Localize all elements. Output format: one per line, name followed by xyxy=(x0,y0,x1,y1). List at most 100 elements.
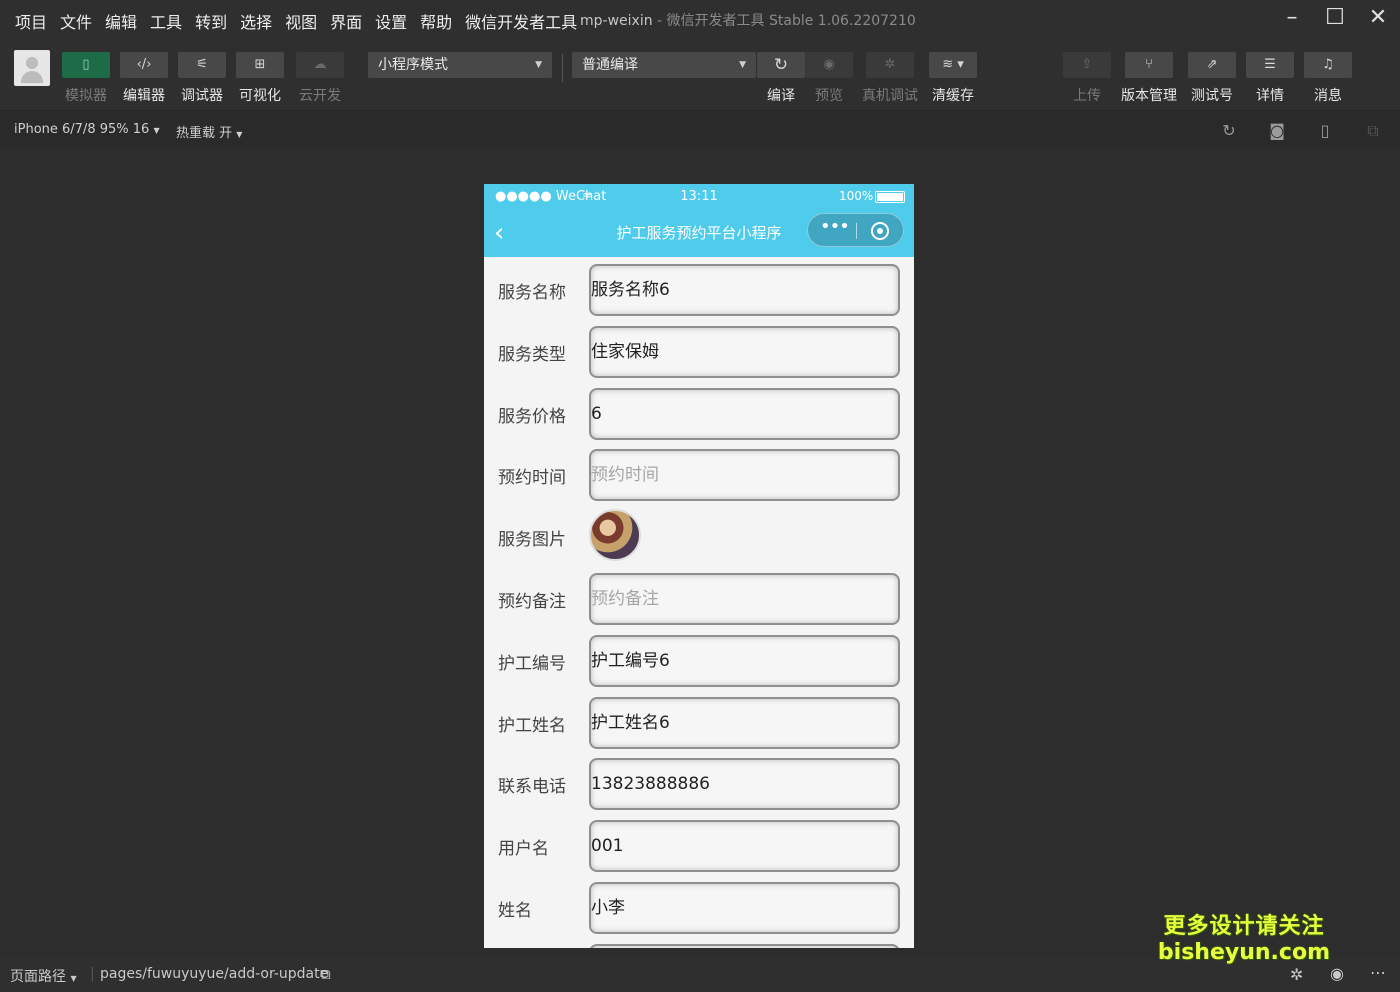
bug-icon[interactable]: ✲ xyxy=(1290,965,1303,984)
menu-item[interactable]: 设置 xyxy=(375,9,407,33)
stop-icon[interactable]: ◙ xyxy=(1268,122,1286,140)
compile-button[interactable]: ↻ xyxy=(757,52,805,78)
code-icon: ‹/› xyxy=(136,57,152,72)
service-image-thumbnail[interactable] xyxy=(589,509,641,562)
main-toolbar: ▯ 模拟器 ‹/› 编辑器 ⚟ 调试器 ⊞ 可视化 ☁ 云开发 小程序模式 ▼ … xyxy=(0,38,1400,110)
eye-icon[interactable]: ◉ xyxy=(1330,964,1344,983)
form-label: 服务图片 xyxy=(498,530,566,551)
version-button[interactable]: ⑂ xyxy=(1125,52,1173,78)
form-input[interactable]: 服务名称6 xyxy=(589,264,900,316)
maximize-icon[interactable]: ☐ xyxy=(1323,6,1347,30)
version-label: 版本管理 xyxy=(1121,88,1177,104)
minimize-icon[interactable]: – xyxy=(1280,6,1304,30)
test-account-label: 测试号 xyxy=(1191,88,1233,104)
form-input[interactable]: 13823888886 xyxy=(589,758,900,811)
app-name: mp-weixin xyxy=(580,13,653,29)
debugger-label: 调试器 xyxy=(181,88,223,104)
hot-reload-label: 热重载 开 xyxy=(176,126,233,141)
menu-item[interactable]: 编辑 xyxy=(105,9,137,33)
window-icon[interactable]: ⧉ xyxy=(1364,122,1382,140)
mode-select-value: 小程序模式 xyxy=(378,57,448,73)
more-icon[interactable]: ••• xyxy=(820,216,850,237)
menu-item[interactable]: 微信开发者工具 xyxy=(465,9,577,33)
close-icon[interactable]: ✕ xyxy=(1366,6,1390,30)
menu-item[interactable]: 工具 xyxy=(150,9,182,33)
messages-label: 消息 xyxy=(1314,88,1342,104)
copy-icon[interactable]: ⧉ xyxy=(320,965,331,983)
device-label: iPhone 6/7/8 95% 16 xyxy=(14,122,150,137)
menu-icon: ☰ xyxy=(1264,57,1276,72)
visual-label: 可视化 xyxy=(239,88,281,104)
test-account-button[interactable]: ⇗ xyxy=(1188,52,1236,78)
details-label: 详情 xyxy=(1256,88,1284,104)
form-row: 预约备注 预约备注 xyxy=(484,570,914,632)
form-input[interactable]: 预约时间 xyxy=(589,449,900,502)
page-path-label: 页面路径 xyxy=(10,969,66,985)
layers-icon: ≋ ▾ xyxy=(942,57,964,72)
form-input[interactable]: 护工编号6 xyxy=(589,634,900,687)
title-separator: - xyxy=(657,13,663,29)
form-row: 用户名 001 xyxy=(484,817,914,879)
page-path-toggle[interactable]: 页面路径 ▼ xyxy=(10,966,77,986)
form-label: 预约时间 xyxy=(498,468,566,489)
close-miniprogram-icon[interactable] xyxy=(871,222,889,240)
mode-select[interactable]: 小程序模式 ▼ xyxy=(368,52,552,78)
app-subtitle: 微信开发者工具 Stable 1.06.2207210 xyxy=(666,13,916,29)
avatar[interactable] xyxy=(14,50,50,86)
upload-label: 上传 xyxy=(1073,88,1101,104)
form-row: 服务价格 6 xyxy=(484,385,914,447)
clear-cache-label: 清缓存 xyxy=(932,88,974,104)
phone-simulator: ●●●●● WeChat ≈ 13:11 100% ‹ 护工服务预约平台小程序 … xyxy=(484,184,914,948)
compile-select[interactable]: 普通编译 ▼ xyxy=(572,52,756,78)
menu-item[interactable]: 项目 xyxy=(15,9,47,33)
clear-cache-button[interactable]: ≋ ▾ xyxy=(929,52,977,78)
form-input[interactable]: 住家保姆 xyxy=(589,325,900,378)
form-row: 服务类型 住家保姆 xyxy=(484,323,914,385)
device-icon[interactable]: ▯ xyxy=(1316,122,1334,140)
form-input[interactable] xyxy=(589,943,900,948)
form-label: 预约备注 xyxy=(498,592,566,612)
form-row: 联系电话 13823888886 xyxy=(484,755,914,817)
watermark-line2: bisheyun.com xyxy=(1157,940,1330,965)
page-path: pages/fuwuyuyue/add-or-update xyxy=(100,966,329,982)
menu-item[interactable]: 选择 xyxy=(240,9,272,33)
form-input[interactable]: 6 xyxy=(589,387,900,440)
form-row: 护工姓名 护工姓名6 xyxy=(484,694,914,756)
menu-item[interactable]: 视图 xyxy=(285,9,317,33)
details-button[interactable]: ☰ xyxy=(1246,52,1294,78)
form-input[interactable]: 预约备注 xyxy=(589,573,900,625)
form-row xyxy=(484,941,914,948)
form-label: 服务价格 xyxy=(498,406,566,427)
form-row: 姓名 小李 xyxy=(484,879,914,941)
cloud-icon: ☁ xyxy=(313,57,327,72)
more-icon[interactable]: ⋯ xyxy=(1370,963,1386,982)
visual-button[interactable]: ⊞ xyxy=(236,52,284,78)
form-input[interactable]: 小李 xyxy=(589,882,900,934)
preview-label: 预览 xyxy=(815,88,843,104)
menu-item[interactable]: 转到 xyxy=(195,9,227,33)
upload-button[interactable]: ⇪ xyxy=(1063,52,1111,78)
capsule-menu[interactable]: ••• xyxy=(807,213,904,247)
messages-button[interactable]: ♫ xyxy=(1304,52,1352,78)
editor-button[interactable]: ‹/› xyxy=(120,52,168,78)
rotate-icon[interactable]: ↻ xyxy=(1220,122,1238,140)
cloud-dev-button[interactable]: ☁ xyxy=(296,52,344,78)
chevron-down-icon: ▼ xyxy=(70,974,77,983)
eye-icon: ◉ xyxy=(823,57,835,72)
battery-icon xyxy=(875,191,905,203)
hot-reload-toggle[interactable]: 热重载 开 ▼ xyxy=(176,122,242,141)
menu-item[interactable]: 文件 xyxy=(60,9,92,33)
form-label: 护工编号 xyxy=(498,653,566,674)
form-label: 姓名 xyxy=(498,901,532,921)
preview-button[interactable]: ◉ xyxy=(805,52,853,78)
form-input[interactable]: 护工姓名6 xyxy=(589,696,900,749)
title-bar: 项目 文件 编辑 工具 转到 选择 视图 界面 设置 帮助 微信开发者工具 mp-weixin - … xyxy=(0,0,1400,38)
capsule-divider xyxy=(856,223,857,239)
remote-debug-button[interactable]: ✲ xyxy=(866,52,914,78)
simulator-button[interactable]: ▯ xyxy=(62,52,110,78)
form-input[interactable]: 001 xyxy=(589,820,900,873)
debugger-button[interactable]: ⚟ xyxy=(178,52,226,78)
menu-item[interactable]: 界面 xyxy=(330,9,362,33)
menu-item[interactable]: 帮助 xyxy=(420,9,452,33)
device-select[interactable]: iPhone 6/7/8 95% 16 ▼ xyxy=(14,122,160,137)
